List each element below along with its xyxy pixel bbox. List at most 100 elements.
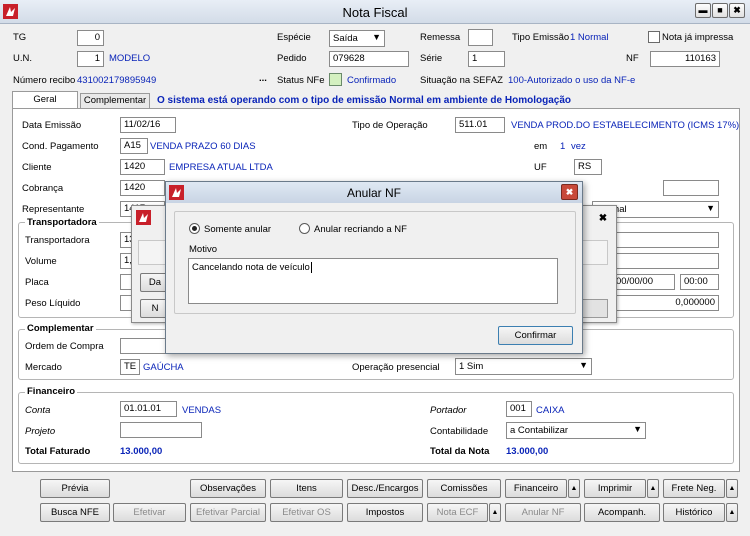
recibo-label: Número recibo xyxy=(13,75,76,86)
peso-value-field[interactable]: 0,000000 xyxy=(612,295,719,311)
busca-nfe-button[interactable]: Busca NFE xyxy=(40,503,110,522)
cobranca-field[interactable]: 1420 xyxy=(120,180,165,196)
cond-pagamento-field[interactable]: A15 xyxy=(120,138,148,154)
saida-time-field[interactable]: 00:00 xyxy=(680,274,719,290)
recibo-ellipsis-button[interactable]: ... xyxy=(259,73,267,84)
nota-ecf-button[interactable]: Nota ECF xyxy=(427,503,488,522)
total-faturado-value: 13.000,00 xyxy=(120,446,163,457)
tg-field[interactable]: 0 xyxy=(77,30,104,46)
frete-arrow-button[interactable]: ▲ xyxy=(726,479,738,498)
cobranca-extra-field[interactable] xyxy=(663,180,719,196)
imprimir-button[interactable]: Imprimir xyxy=(584,479,646,498)
portador-label: Portador xyxy=(430,405,467,416)
previa-button[interactable]: Prévia xyxy=(40,479,110,498)
portador-field[interactable]: 001 xyxy=(506,401,532,417)
window-title: Nota Fiscal xyxy=(342,5,408,20)
efetivar-button[interactable]: Efetivar xyxy=(113,503,186,522)
efetivar-os-button[interactable]: Efetivar OS xyxy=(270,503,343,522)
desc-encargos-button[interactable]: Desc./Encargos xyxy=(347,479,423,498)
mercado-field[interactable]: TE xyxy=(120,359,140,375)
cliente-field[interactable]: 1420 xyxy=(120,159,165,175)
especie-label: Espécie xyxy=(277,32,311,43)
contabilidade-select[interactable]: a Contabilizar ▼ xyxy=(506,422,646,439)
contabilidade-label: Contabilidade xyxy=(430,426,489,437)
minimize-button[interactable]: ▬ xyxy=(695,3,711,18)
data-emissao-field[interactable]: 11/02/16 xyxy=(120,117,176,133)
financeiro-button[interactable]: Financeiro xyxy=(505,479,567,498)
efetivar-parcial-button[interactable]: Efetivar Parcial xyxy=(190,503,266,522)
motivo-text: Cancelando nota de veículo xyxy=(192,262,310,274)
contabilidade-value: a Contabilizar xyxy=(510,425,569,436)
motivo-label: Motivo xyxy=(189,244,217,255)
total-faturado-label: Total Faturado xyxy=(25,446,91,457)
somente-anular-radio[interactable] xyxy=(189,223,200,234)
nota-impressa-label: Nota já impressa xyxy=(662,32,734,43)
anular-nf-button[interactable]: Anular NF xyxy=(505,503,581,522)
anular-recriando-label: Anular recriando a NF xyxy=(314,224,407,235)
remessa-label: Remessa xyxy=(420,32,461,43)
anular-nf-title: Anular NF xyxy=(346,186,402,200)
ordem-compra-field[interactable] xyxy=(120,338,170,354)
volume-extra-field[interactable] xyxy=(612,253,719,269)
historico-button[interactable]: Histórico xyxy=(663,503,725,522)
chevron-down-icon: ▼ xyxy=(633,424,642,434)
op-presencial-value: 1 Sim xyxy=(459,361,484,372)
pedido-field[interactable]: 079628 xyxy=(329,51,409,67)
saida-date-field[interactable]: 00/00/00 xyxy=(612,274,675,290)
homologacao-banner: O sistema está operando com o tipo de em… xyxy=(157,95,571,106)
financeiro-arrow-button[interactable]: ▲ xyxy=(568,479,580,498)
remessa-field[interactable] xyxy=(468,29,493,46)
tab-complementar-label: Complementar xyxy=(83,95,147,106)
itens-button[interactable]: Itens xyxy=(270,479,343,498)
impostos-button[interactable]: Impostos xyxy=(347,503,423,522)
transportadora-label: Transportadora xyxy=(25,235,90,246)
total-nota-label: Total da Nota xyxy=(430,446,490,457)
behind-dialog-close-button[interactable]: ✖ xyxy=(596,212,610,226)
cliente-label: Cliente xyxy=(22,162,52,173)
anular-nf-close-button[interactable]: ✖ xyxy=(561,184,578,200)
un-label: U.N. xyxy=(13,53,32,64)
especie-select[interactable]: Saída ▼ xyxy=(329,30,385,47)
frete-neg-button[interactable]: Frete Neg. xyxy=(663,479,725,498)
nota-ecf-arrow-button[interactable]: ▲ xyxy=(489,503,501,522)
tab-complementar[interactable]: Complementar xyxy=(80,93,150,109)
projeto-field[interactable] xyxy=(120,422,202,438)
transportadora-extra-field[interactable] xyxy=(612,232,719,248)
un-field[interactable]: 1 xyxy=(77,51,104,67)
imprimir-arrow-button[interactable]: ▲ xyxy=(647,479,659,498)
maximize-button[interactable]: ■ xyxy=(712,3,728,18)
ordem-compra-label: Ordem de Compra xyxy=(25,341,104,352)
nota-impressa-checkbox[interactable] xyxy=(648,31,660,43)
uf-field[interactable]: RS xyxy=(574,159,602,175)
serie-field[interactable]: 1 xyxy=(468,51,505,67)
anular-recriando-radio[interactable] xyxy=(299,223,310,234)
tipo-emissao-value: 1 Normal xyxy=(570,32,609,43)
transportadora-title: Transportadora xyxy=(25,217,99,228)
acompanh-button[interactable]: Acompanh. xyxy=(584,503,660,522)
op-presencial-select[interactable]: 1 Sim ▼ xyxy=(455,358,592,375)
tipo-op-field[interactable]: 511.01 xyxy=(455,117,505,133)
historico-arrow-button[interactable]: ▲ xyxy=(726,503,738,522)
conta-field[interactable]: 01.01.01 xyxy=(120,401,177,417)
tab-geral-label: Geral xyxy=(33,94,57,105)
comissoes-button[interactable]: Comissões xyxy=(427,479,501,498)
motivo-textarea[interactable]: Cancelando nota de veículo xyxy=(188,258,558,304)
close-button[interactable]: ✖ xyxy=(729,3,745,18)
mercado-label: Mercado xyxy=(25,362,62,373)
sefaz-label: Situação na SEFAZ xyxy=(420,75,503,86)
observacoes-button[interactable]: Observações xyxy=(190,479,266,498)
tab-geral[interactable]: Geral xyxy=(12,91,78,109)
chevron-down-icon: ▼ xyxy=(372,32,381,42)
chevron-down-icon: ▼ xyxy=(706,203,715,213)
mercado-desc: GAÚCHA xyxy=(143,362,184,373)
nf-field[interactable]: 110163 xyxy=(650,51,720,67)
behind-dialog-right-block xyxy=(582,299,608,318)
cliente-name: EMPRESA ATUAL LTDA xyxy=(169,162,273,173)
confirmar-button[interactable]: Confirmar xyxy=(498,326,573,345)
em-value: 1 xyxy=(560,141,566,152)
cond-pagamento-label: Cond. Pagamento xyxy=(22,141,99,152)
cond-pagamento-desc: VENDA PRAZO 60 DIAS xyxy=(150,141,256,152)
especie-value: Saída xyxy=(333,33,358,44)
cobranca-label: Cobrança xyxy=(22,183,64,194)
serie-label: Série xyxy=(420,53,443,64)
